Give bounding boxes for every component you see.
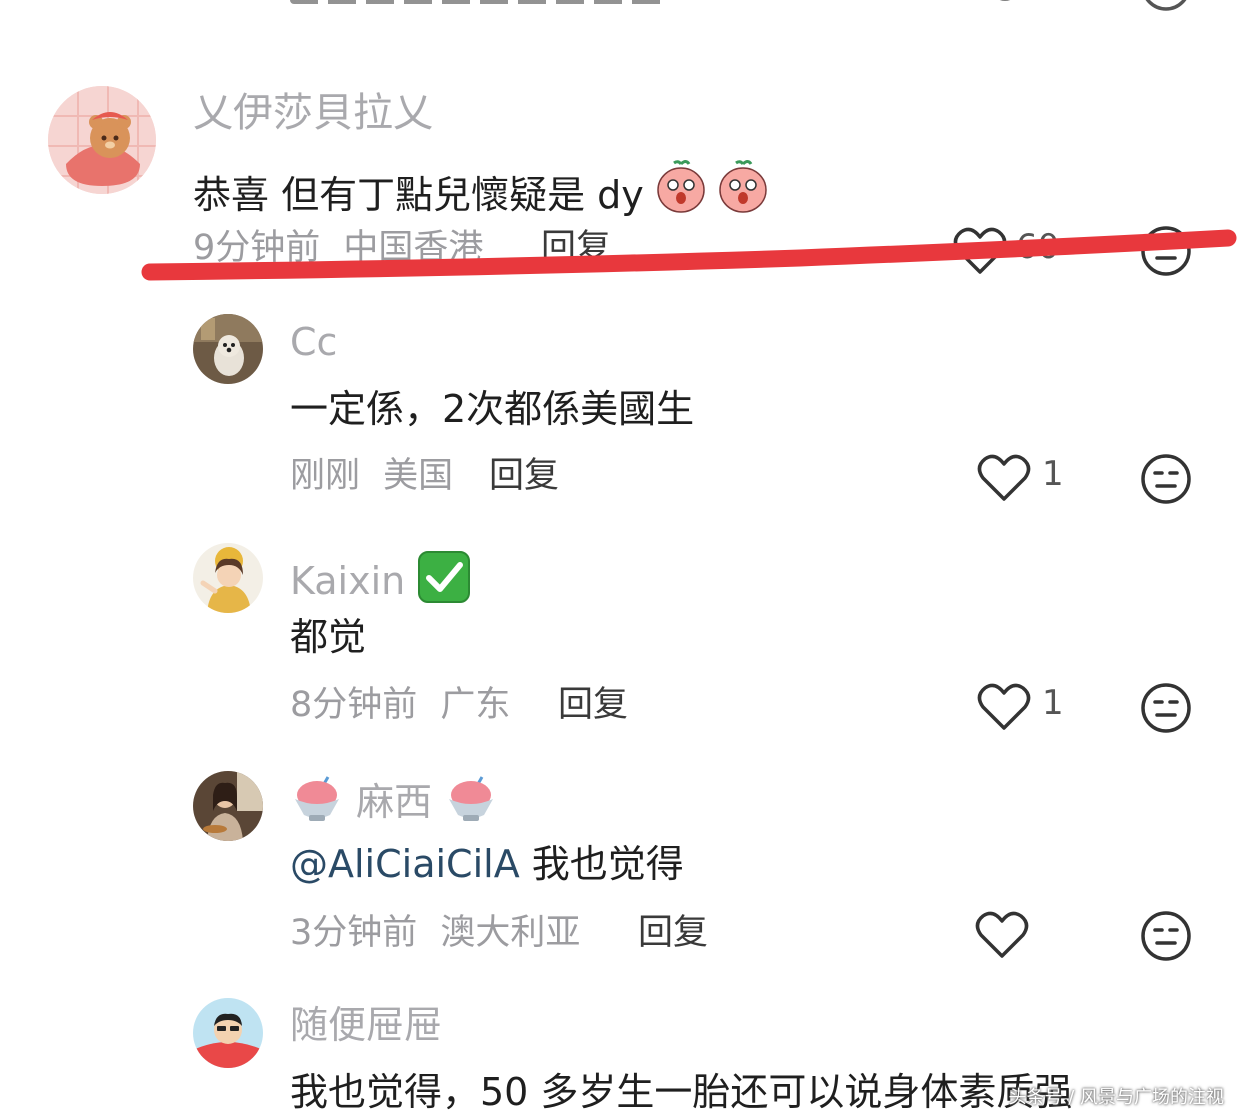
avatar[interactable]	[193, 771, 263, 841]
check-mark-icon	[418, 551, 471, 603]
username[interactable]: Cc	[290, 323, 337, 361]
comment-time: 8分钟前	[290, 685, 418, 725]
watermark: 头条号 / 风景与广场的注视	[1008, 1087, 1224, 1108]
comment-time: 3分钟前	[290, 913, 418, 953]
comment-text: 都觉	[290, 615, 367, 659]
peach-emoji-icon	[719, 160, 767, 213]
comment-text: 我也觉得，50 多岁生一胎还可以说身体素质强	[290, 1070, 1073, 1114]
comment-text-content: 我也觉得	[519, 842, 684, 886]
heart-icon[interactable]	[953, 226, 1007, 276]
bear-avatar-image	[48, 86, 156, 194]
reply-button[interactable]: 回复	[558, 688, 628, 723]
comment-meta: 3分钟前 澳大利亚	[290, 916, 580, 951]
comment-text: @AliCiaiCilA 我也觉得	[290, 845, 684, 883]
dislike-face-icon[interactable]	[1140, 0, 1192, 14]
girl-illustration-avatar	[193, 543, 263, 613]
cafe-photo-avatar	[193, 771, 263, 841]
reply-button[interactable]: 回复	[541, 231, 611, 266]
previous-comment-fragment	[290, 0, 670, 4]
dislike-face-icon[interactable]	[1140, 225, 1192, 277]
comment-location: 美国	[383, 456, 454, 496]
reply-button[interactable]: 回复	[638, 916, 708, 951]
username[interactable]: 麻西	[290, 775, 498, 825]
peach-emoji-icon	[657, 160, 705, 213]
avatar[interactable]	[193, 998, 263, 1068]
comment-text: 一定係，2次都係美國生	[290, 387, 695, 431]
heart-icon[interactable]	[980, 0, 1030, 14]
shaved-ice-emoji-icon	[449, 776, 494, 821]
dislike-face-icon[interactable]	[1140, 453, 1192, 505]
comment-meta: 刚刚 美国	[290, 459, 453, 494]
like-count: 1	[1042, 454, 1064, 494]
comment-meta: 9分钟前 中国香港	[193, 231, 483, 266]
avatar[interactable]	[48, 86, 156, 194]
heart-icon[interactable]	[977, 453, 1031, 503]
shaved-ice-emoji-icon	[295, 776, 339, 821]
like-count: 60	[1016, 227, 1060, 267]
comment-text-content: 恭喜 但有丁點兒懷疑是 dy	[193, 173, 644, 217]
comment-location: 澳大利亚	[440, 913, 581, 953]
username[interactable]: 乂伊莎貝拉乂	[193, 93, 433, 133]
username-text: 麻西	[356, 780, 433, 824]
comment-time: 刚刚	[290, 456, 361, 496]
avatar[interactable]	[193, 543, 263, 613]
comment-text: 恭喜 但有丁點兒懷疑是 dy	[193, 160, 768, 214]
cartoon-avatar	[193, 998, 263, 1068]
comment-location: 广东	[440, 685, 511, 725]
comment-location: 中国香港	[343, 228, 484, 268]
dislike-face-icon[interactable]	[1140, 910, 1192, 962]
like-count: 1	[1042, 683, 1064, 723]
comment-meta: 8分钟前 广东	[290, 688, 510, 723]
mention-link[interactable]: @AliCiaiCilA	[290, 842, 520, 886]
heart-icon[interactable]	[975, 910, 1029, 960]
reply-button[interactable]: 回复	[489, 459, 559, 494]
heart-icon[interactable]	[977, 682, 1031, 732]
username[interactable]: 随便屉屉	[290, 1006, 442, 1044]
dislike-face-icon[interactable]	[1140, 682, 1192, 734]
username[interactable]: Kaixin	[290, 550, 471, 604]
comment-time: 9分钟前	[193, 228, 321, 268]
dog-photo-avatar	[193, 314, 263, 384]
avatar[interactable]	[193, 314, 263, 384]
username-text: Kaixin	[290, 559, 406, 603]
